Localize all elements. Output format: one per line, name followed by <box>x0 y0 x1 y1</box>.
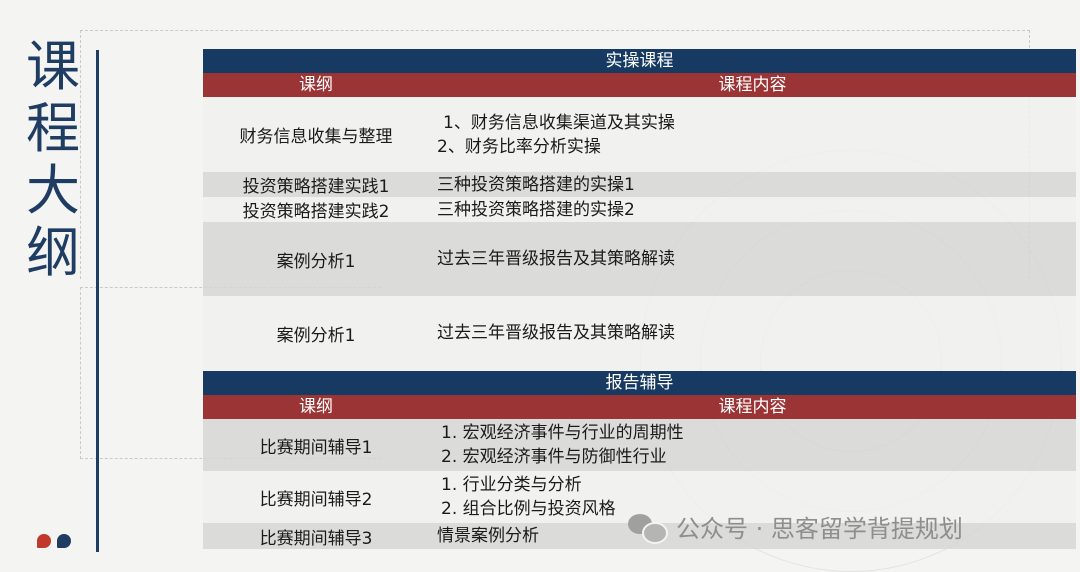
table-row: 投资策略搭建实践2 三种投资策略搭建的实操2 <box>203 197 1076 222</box>
table-header: 课纲 课程内容 <box>203 73 1076 97</box>
row-content: 三种投资策略搭建的实操1 <box>429 173 1076 197</box>
row-content: 1. 宏观经济事件与行业的周期性 2. 宏观经济事件与防御性行业 <box>429 421 1076 469</box>
section-title: 实操课程 <box>203 49 1076 73</box>
divider-line <box>96 50 99 552</box>
title-char: 课 <box>26 35 80 98</box>
page-title: 课 程 大 纲 <box>18 36 88 284</box>
row-topic: 投资策略搭建实践2 <box>242 202 390 222</box>
column-header-outline: 课纲 <box>299 397 333 417</box>
table-header: 课纲 课程内容 <box>203 395 1076 419</box>
table-row: 投资策略搭建实践1 三种投资策略搭建的实操1 <box>203 172 1076 197</box>
row-topic: 案例分析1 <box>276 251 356 272</box>
quote-mark-icon <box>57 534 71 548</box>
content-line: 1、财务信息收集渠道及其实操 <box>443 112 675 133</box>
wechat-icon <box>628 512 668 544</box>
column-header-content: 课程内容 <box>718 75 787 95</box>
row-topic: 财务信息收集与整理 <box>239 127 393 147</box>
practice-course-table: 实操课程 课纲 课程内容 财务信息收集与整理 1、财务信息收集渠道及其实操 2、… <box>203 49 1076 370</box>
title-char: 大 <box>26 159 80 222</box>
row-content: 三种投资策略搭建的实操2 <box>429 198 1076 222</box>
title-char: 纲 <box>26 221 80 284</box>
content-line: 过去三年晋级报告及其策略解读 <box>437 249 675 269</box>
content-line: 1. 行业分类与分析 <box>441 475 582 495</box>
watermark-text: 公众号 · 思客留学背提规划 <box>676 515 963 543</box>
row-topic: 案例分析1 <box>276 325 356 346</box>
table-row: 财务信息收集与整理 1、财务信息收集渠道及其实操 2、财务比率分析实操 <box>203 97 1076 172</box>
table-row: 案例分析1 过去三年晋级报告及其策略解读 <box>203 222 1076 296</box>
title-char: 程 <box>26 97 80 160</box>
row-topic: 比赛期间辅导1 <box>259 437 373 458</box>
content-line: 三种投资策略搭建的实操1 <box>437 174 635 195</box>
row-content: 1、财务信息收集渠道及其实操 2、财务比率分析实操 <box>429 111 1076 159</box>
content-line: 1. 宏观经济事件与行业的周期性 <box>441 423 684 443</box>
content-line: 过去三年晋级报告及其策略解读 <box>437 323 675 343</box>
watermark: 公众号 · 思客留学背提规划 <box>628 509 963 544</box>
column-header-outline: 课纲 <box>299 75 333 95</box>
row-topic: 比赛期间辅导2 <box>259 489 373 510</box>
row-topic: 投资策略搭建实践1 <box>242 177 390 197</box>
row-content: 过去三年晋级报告及其策略解读 <box>429 321 1076 345</box>
content-line: 三种投资策略搭建的实操2 <box>437 199 635 220</box>
quote-mark-icon <box>37 534 51 548</box>
row-topic: 比赛期间辅导3 <box>259 528 373 549</box>
content-line: 2、财务比率分析实操 <box>437 136 601 157</box>
table-row: 案例分析1 过去三年晋级报告及其策略解读 <box>203 296 1076 370</box>
table-row: 比赛期间辅导1 1. 宏观经济事件与行业的周期性 2. 宏观经济事件与防御性行业 <box>203 419 1076 471</box>
section-title: 报告辅导 <box>203 371 1076 395</box>
content-line: 2. 宏观经济事件与防御性行业 <box>441 447 667 467</box>
column-header-content: 课程内容 <box>718 397 787 417</box>
row-content: 过去三年晋级报告及其策略解读 <box>429 247 1076 271</box>
